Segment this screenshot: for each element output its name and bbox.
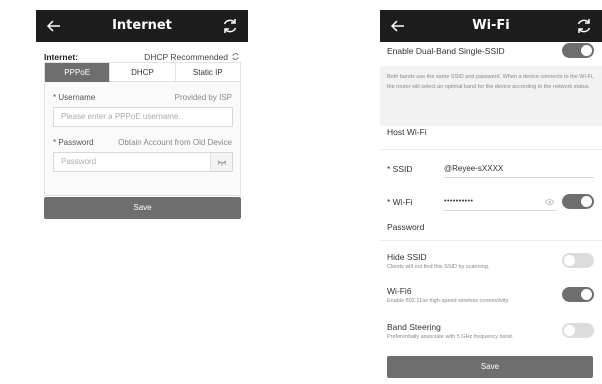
host-wifi-heading: Host Wi-Fi — [387, 127, 427, 137]
page-title: Internet — [112, 18, 172, 33]
band-steering-description: Preferentially associate with 5 GHz freq… — [387, 334, 514, 340]
save-button[interactable]: Save — [387, 356, 593, 378]
wifi-password-input[interactable]: •••••••••• — [444, 193, 556, 211]
wifi-password-label-line2: Password — [387, 222, 425, 232]
password-header: * Password Obtain Account from Old Devic… — [53, 138, 232, 150]
wifi-screen: Wi-Fi Enable Dual-Band Single-SSID Both … — [380, 10, 602, 384]
hide-ssid-label: Hide SSID — [387, 252, 427, 262]
wifi-password-toggle[interactable] — [562, 194, 594, 209]
back-arrow-icon[interactable] — [388, 16, 408, 36]
save-button[interactable]: Save — [44, 197, 241, 219]
pppoe-panel: PPPoE DHCP Static IP * Username Provided… — [44, 62, 241, 196]
divider — [380, 240, 602, 241]
toggle-knob — [581, 196, 592, 207]
show-password-button[interactable] — [210, 153, 232, 171]
internet-mode-value: DHCP Recommended — [144, 52, 228, 62]
ssid-input[interactable]: @Reyee-sXXXX — [444, 160, 594, 178]
internet-topbar: Internet — [36, 10, 248, 42]
tab-static-ip[interactable]: Static IP — [175, 63, 240, 82]
dual-band-description: Both bands use the same SSID and passwor… — [380, 66, 602, 126]
band-steering-label: Band Steering — [387, 322, 441, 332]
back-arrow-icon[interactable] — [44, 16, 64, 36]
internet-screen: Internet Internet: DHCP Recommended PPPo… — [36, 10, 248, 230]
username-header: * Username Provided by ISP — [53, 93, 232, 105]
refresh-icon[interactable] — [574, 16, 594, 36]
toggle-knob — [564, 255, 575, 266]
username-input[interactable]: Please enter a PPPoE username. — [53, 107, 233, 127]
toggle-knob — [564, 325, 575, 336]
password-label: * Password — [53, 138, 94, 147]
connection-tabs: PPPoE DHCP Static IP — [45, 63, 240, 82]
refresh-icon[interactable] — [220, 16, 240, 36]
tab-pppoe[interactable]: PPPoE — [45, 63, 111, 82]
wifi6-toggle[interactable] — [562, 287, 594, 302]
redetect-icon[interactable] — [231, 52, 240, 61]
eye-closed-icon — [217, 160, 227, 166]
toggle-knob — [581, 45, 592, 56]
divider — [380, 149, 602, 150]
internet-label: Internet: — [44, 52, 78, 62]
username-hint: Provided by ISP — [174, 93, 232, 102]
eye-icon[interactable] — [545, 198, 554, 206]
obtain-account-link[interactable]: Obtain Account from Old Device — [118, 138, 232, 147]
wifi-password-label: * Wi-Fi — [387, 197, 413, 207]
wifi6-description: Enable 802.11ax high-speed wireless conn… — [387, 298, 510, 304]
wifi-password-value: •••••••••• — [444, 198, 474, 205]
password-input[interactable]: Password — [53, 152, 233, 172]
toggle-knob — [581, 289, 592, 300]
dual-band-label: Enable Dual-Band Single-SSID — [387, 46, 505, 56]
ssid-label: * SSID — [387, 164, 413, 174]
band-steering-toggle[interactable] — [562, 323, 594, 338]
hide-ssid-description: Clients will not find this SSID by scann… — [387, 264, 490, 270]
password-placeholder: Password — [61, 157, 97, 166]
username-label: * Username — [53, 93, 96, 102]
wifi-topbar: Wi-Fi — [380, 10, 602, 42]
tab-dhcp[interactable]: DHCP — [110, 63, 176, 82]
wifi6-label: Wi-Fi6 — [387, 286, 412, 296]
hide-ssid-toggle[interactable] — [562, 253, 594, 268]
page-title: Wi-Fi — [472, 18, 510, 33]
dual-band-toggle[interactable] — [562, 43, 594, 58]
